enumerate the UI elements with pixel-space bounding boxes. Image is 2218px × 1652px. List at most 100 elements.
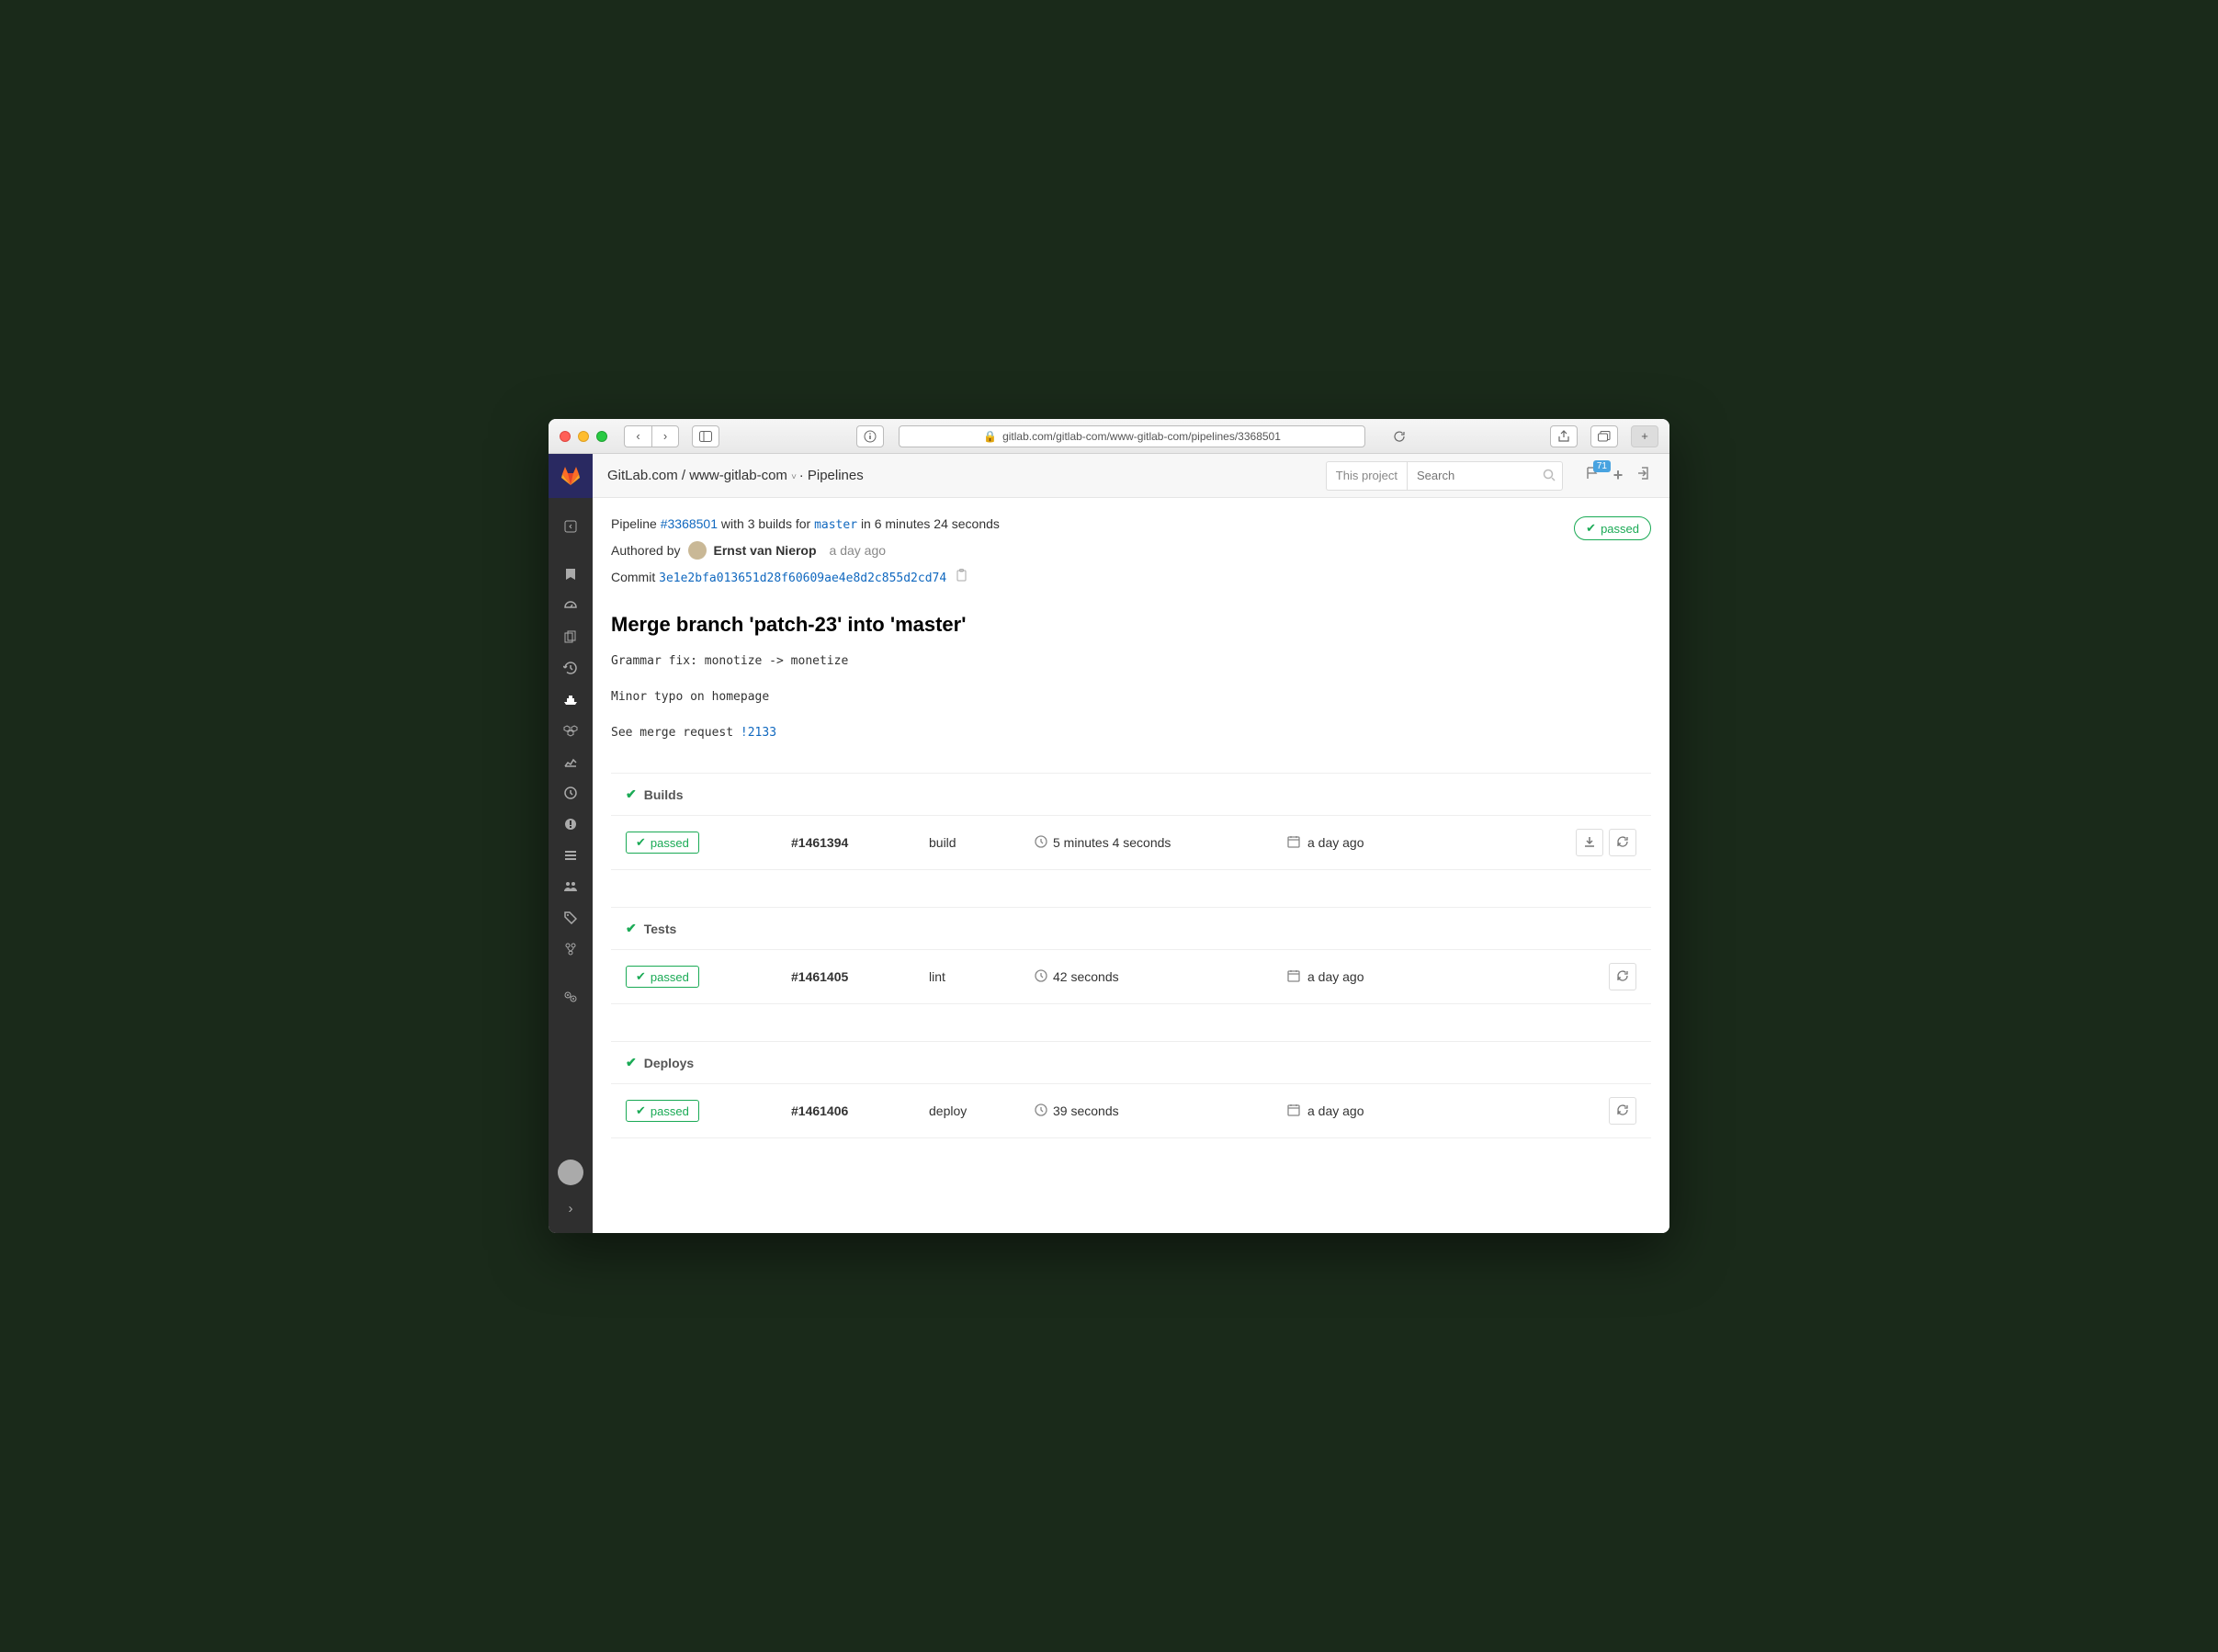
new-menu-button[interactable]: + bbox=[1607, 466, 1629, 485]
build-finished: a day ago bbox=[1307, 969, 1364, 984]
traffic-lights bbox=[560, 431, 607, 442]
build-name[interactable]: build bbox=[929, 835, 1035, 850]
clipboard-icon bbox=[956, 569, 968, 582]
sidebar-icon bbox=[699, 431, 712, 442]
minimize-window-button[interactable] bbox=[578, 431, 589, 442]
pipeline-summary: Pipeline #3368501 with 3 builds for mast… bbox=[611, 516, 1000, 532]
build-id[interactable]: #1461406 bbox=[791, 1103, 929, 1118]
author-line: Authored by Ernst van Nierop a day ago bbox=[611, 541, 1000, 560]
collapse-icon bbox=[564, 520, 577, 533]
gitlab-logo[interactable] bbox=[549, 454, 593, 498]
retry-icon bbox=[1616, 835, 1629, 851]
sidebar-item-members[interactable] bbox=[549, 871, 593, 902]
sidebar-item-labels[interactable] bbox=[549, 902, 593, 933]
pipeline-top: Pipeline #3368501 with 3 builds for mast… bbox=[611, 516, 1651, 594]
build-finished: a day ago bbox=[1307, 1103, 1364, 1118]
check-icon: ✔ bbox=[636, 969, 646, 984]
build-id[interactable]: #1461394 bbox=[791, 835, 929, 850]
sidebar-item-wiki[interactable] bbox=[549, 933, 593, 965]
sidebar-item-issues[interactable] bbox=[549, 809, 593, 840]
sidebar-item-activity[interactable] bbox=[549, 590, 593, 621]
retry-build-button[interactable] bbox=[1609, 829, 1636, 856]
calendar-icon bbox=[1287, 835, 1300, 851]
issues-icon bbox=[564, 818, 577, 831]
url-bar[interactable]: 🔒 gitlab.com/gitlab-com/www-gitlab-com/p… bbox=[899, 425, 1366, 447]
sidebar-item-registry[interactable] bbox=[549, 715, 593, 746]
sidebar-item-graphs[interactable] bbox=[549, 746, 593, 777]
titlebar: ‹ › 🔒 gitlab.com/gitlab-com/www-gitlab-c… bbox=[549, 419, 1669, 454]
author-name[interactable]: Ernst van Nierop bbox=[714, 543, 817, 558]
breadcrumb-org[interactable]: GitLab.com bbox=[607, 468, 678, 483]
search-scope-button[interactable]: This project bbox=[1326, 461, 1407, 491]
history-icon bbox=[563, 661, 578, 675]
author-avatar[interactable] bbox=[688, 541, 707, 560]
branch-link[interactable]: master bbox=[814, 518, 857, 532]
sidebar-item-commits[interactable] bbox=[549, 652, 593, 684]
build-name[interactable]: deploy bbox=[929, 1103, 1035, 1118]
sidebar-toggle-button[interactable] bbox=[692, 425, 719, 447]
user-avatar[interactable] bbox=[558, 1160, 583, 1185]
reload-button[interactable] bbox=[1386, 425, 1413, 447]
calendar-icon bbox=[1287, 1103, 1300, 1119]
clock-icon bbox=[1035, 1103, 1047, 1119]
reader-button[interactable] bbox=[856, 425, 884, 447]
tabs-button[interactable] bbox=[1590, 425, 1618, 447]
build-id[interactable]: #1461405 bbox=[791, 969, 929, 984]
search-icon bbox=[1543, 469, 1556, 486]
check-icon: ✔ bbox=[626, 921, 637, 936]
commit-line: Commit 3e1e2bfa013651d28f60609ae4e8d2c85… bbox=[611, 569, 1000, 585]
sidebar-item-project[interactable] bbox=[549, 559, 593, 590]
info-icon bbox=[864, 430, 877, 443]
signout-icon bbox=[1636, 466, 1651, 481]
retry-build-button[interactable] bbox=[1609, 963, 1636, 990]
build-duration: 42 seconds bbox=[1053, 969, 1119, 984]
build-status-badge: ✔passed bbox=[626, 966, 699, 988]
sidebar-item-settings[interactable] bbox=[549, 981, 593, 1013]
sidebar-item-merge[interactable] bbox=[549, 840, 593, 871]
stage-block: ✔Builds✔passed#1461394build5 minutes 4 s… bbox=[593, 773, 1669, 870]
share-button[interactable] bbox=[1550, 425, 1578, 447]
stage-header: ✔ Tests bbox=[611, 907, 1651, 949]
pipeline-id-link[interactable]: #3368501 bbox=[661, 516, 718, 531]
search-wrap: This project bbox=[1326, 461, 1563, 491]
sidebar-bottom: › bbox=[549, 1152, 593, 1233]
clock-icon bbox=[1035, 835, 1047, 851]
new-tab-button[interactable]: + bbox=[1631, 425, 1658, 447]
merge-request-link[interactable]: !2133 bbox=[741, 726, 776, 740]
maximize-window-button[interactable] bbox=[596, 431, 607, 442]
stage-block: ✔ Tests ✔passed #1461405lint 42 seconds a day… bbox=[593, 907, 1669, 1004]
stage-name: Tests bbox=[644, 922, 677, 936]
chevron-down-icon[interactable]: ˅ bbox=[791, 472, 799, 482]
sidebar-item-milestones[interactable] bbox=[549, 777, 593, 809]
retry-icon bbox=[1616, 969, 1629, 985]
close-window-button[interactable] bbox=[560, 431, 571, 442]
back-button[interactable]: ‹ bbox=[624, 425, 651, 447]
search-input[interactable] bbox=[1407, 461, 1563, 491]
signout-button[interactable] bbox=[1633, 466, 1655, 485]
sidebar-item-files[interactable] bbox=[549, 621, 593, 652]
sidebar-item-pipelines[interactable] bbox=[549, 684, 593, 715]
breadcrumb-project[interactable]: www-gitlab-com bbox=[689, 468, 787, 483]
reload-icon bbox=[1393, 430, 1406, 443]
list-icon bbox=[564, 850, 577, 861]
sidebar-collapse-button[interactable] bbox=[549, 511, 593, 542]
cubes-icon bbox=[563, 724, 578, 737]
files-icon bbox=[564, 630, 577, 643]
build-status-badge: ✔passed bbox=[626, 832, 699, 854]
sidebar-expand-button[interactable]: › bbox=[549, 1193, 593, 1224]
lock-icon: 🔒 bbox=[983, 430, 997, 443]
download-artifacts-button[interactable] bbox=[1576, 829, 1603, 856]
browser-window: ‹ › 🔒 gitlab.com/gitlab-com/www-gitlab-c… bbox=[549, 419, 1669, 1233]
check-icon: ✔ bbox=[636, 1103, 646, 1118]
dashboard-icon bbox=[563, 598, 578, 613]
copy-sha-button[interactable] bbox=[956, 570, 968, 584]
forward-button[interactable]: › bbox=[651, 425, 679, 447]
build-name[interactable]: lint bbox=[929, 969, 1035, 984]
check-icon: ✔ bbox=[636, 835, 646, 850]
commit-sha-link[interactable]: 3e1e2bfa013651d28f60609ae4e8d2c855d2cd74 bbox=[659, 571, 946, 585]
todos-button[interactable]: 71 bbox=[1581, 466, 1603, 485]
build-finished: a day ago bbox=[1307, 835, 1364, 850]
retry-build-button[interactable] bbox=[1609, 1097, 1636, 1125]
fork-icon bbox=[565, 943, 576, 956]
stages-container: ✔Builds✔passed#1461394build5 minutes 4 s… bbox=[611, 773, 1651, 1175]
